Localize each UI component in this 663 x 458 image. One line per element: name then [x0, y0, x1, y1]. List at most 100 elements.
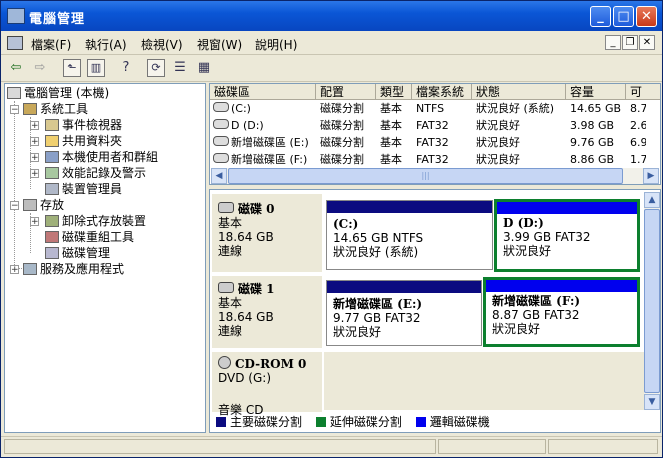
tree-label: 電腦管理 (本機)	[24, 86, 110, 100]
tree-item-defrag[interactable]: 磁碟重組工具	[45, 229, 134, 245]
partition-c[interactable]: (C:) 14.65 GB NTFS 狀況良好 (系統)	[326, 200, 493, 270]
legend-extended: 延伸磁碟分割	[329, 415, 402, 429]
column-header-layout[interactable]: 配置	[316, 84, 376, 100]
cell-layout: 磁碟分割	[320, 136, 364, 149]
properties-icon[interactable]: ☰	[171, 59, 189, 77]
vertical-scrollbar[interactable]: ▲ ▼	[644, 192, 660, 410]
column-header-volume[interactable]: 磁碟區	[210, 84, 316, 100]
tree-item-removable-storage[interactable]: 卸除式存放裝置	[45, 213, 146, 229]
tree-item-device-manager[interactable]: 裝置管理員	[45, 181, 122, 197]
forward-arrow-icon[interactable]: ⇨	[31, 59, 49, 77]
partition-f[interactable]: 新增磁碟區 (F:) 8.87 GB FAT32 狀況良好	[483, 277, 640, 347]
table-row[interactable]: (C:) 磁碟分割 基本 NTFS 狀況良好 (系統) 14.65 GB 8.7	[210, 100, 660, 117]
show-hide-tree-icon[interactable]: ▥	[87, 59, 105, 77]
partition-e[interactable]: 新增磁碟區 (E:) 9.77 GB FAT32 狀況良好	[326, 280, 482, 346]
table-row[interactable]: D (D:) 磁碟分割 基本 FAT32 狀況良好 3.98 GB 2.6	[210, 117, 660, 134]
tree-item-event-viewer[interactable]: 事件檢視器	[45, 117, 122, 133]
tree-expand-services-apps[interactable]: +	[10, 265, 19, 275]
partition-status: 狀況良好	[503, 244, 552, 258]
cell-type: 基本	[380, 136, 402, 149]
menu-view[interactable]: 檢視(V)	[141, 36, 183, 53]
child-close-button[interactable]: ✕	[639, 35, 655, 50]
tree-item-system-tools[interactable]: 系統工具	[23, 101, 88, 117]
tree-label: 卸除式存放裝置	[62, 214, 147, 228]
tree-item-root[interactable]: 電腦管理 (本機)	[7, 85, 109, 101]
scroll-up-button[interactable]: ▲	[644, 192, 660, 208]
tree-expand-shared-folders[interactable]: +	[30, 137, 39, 147]
cell-volume: D (D:)	[231, 119, 264, 132]
status-bar	[1, 436, 662, 457]
logical-drive-bar	[497, 202, 637, 214]
tree-item-services-apps[interactable]: 服務及應用程式	[23, 261, 124, 277]
menu-help[interactable]: 說明(H)	[255, 36, 297, 53]
tree-item-disk-management[interactable]: 磁碟管理	[45, 245, 110, 261]
menu-file[interactable]: 檔案(F)	[31, 36, 71, 53]
cell-layout: 磁碟分割	[320, 102, 364, 115]
defrag-icon	[45, 231, 59, 243]
cd-icon	[218, 356, 231, 369]
column-header-type[interactable]: 類型	[376, 84, 412, 100]
cdrom-media-area[interactable]	[324, 352, 658, 410]
cell-filesystem: FAT32	[416, 119, 449, 132]
partition-detail: 14.65 GB NTFS	[333, 231, 424, 245]
table-row[interactable]: 新增磁碟區 (F:) 磁碟分割 基本 FAT32 狀況良好 8.86 GB 1.…	[210, 151, 660, 168]
refresh-icon[interactable]: ⟳	[147, 59, 165, 77]
cell-capacity: 8.86 GB	[570, 153, 615, 166]
tree-label: 共用資料夾	[62, 134, 123, 148]
column-header-capacity[interactable]: 容量	[566, 84, 626, 100]
horizontal-scrollbar[interactable]: ◀ ||| ▶	[211, 168, 659, 184]
legend-swatch-primary	[216, 417, 226, 427]
tree-label: 效能記錄及警示	[62, 166, 147, 180]
cell-filesystem: FAT32	[416, 136, 449, 149]
partition-detail: 9.77 GB FAT32	[333, 311, 421, 325]
scroll-thumb[interactable]	[644, 209, 660, 393]
tree-collapse-storage[interactable]: −	[10, 201, 19, 211]
close-button[interactable]: ✕	[636, 6, 657, 27]
tree-expand-removable-storage[interactable]: +	[30, 217, 39, 227]
tree-label: 磁碟管理	[62, 246, 111, 260]
column-header-status[interactable]: 狀態	[472, 84, 566, 100]
scroll-right-button[interactable]: ▶	[643, 168, 659, 184]
back-arrow-icon[interactable]: ⇦	[7, 59, 25, 77]
up-folder-icon[interactable]: ⬑	[63, 59, 81, 77]
computer-management-window: 電腦管理 _ □ ✕ 檔案(F) 執行(A) 檢視(V) 視窗(W) 說明(H)…	[0, 0, 663, 458]
cell-type: 基本	[380, 102, 402, 115]
tree-expand-event-viewer[interactable]: +	[30, 121, 39, 131]
menu-window[interactable]: 視窗(W)	[197, 36, 242, 53]
column-header-filesystem[interactable]: 檔案系統	[412, 84, 472, 100]
status-segment	[438, 439, 546, 454]
export-icon[interactable]: ▦	[195, 59, 213, 77]
tree-item-storage[interactable]: 存放	[23, 197, 64, 213]
tree-expand-perf-logs[interactable]: +	[30, 169, 39, 179]
tree-collapse-system-tools[interactable]: −	[10, 105, 19, 115]
navigation-tree: 電腦管理 (本機) − 系統工具 + 事件檢視器 + 共用資料夾 + 本機使用者…	[4, 83, 206, 433]
table-row[interactable]: 新增磁碟區 (E:) 磁碟分割 基本 FAT32 狀況良好 9.76 GB 6.…	[210, 134, 660, 151]
cdrom-name: CD-ROM 0	[235, 357, 307, 371]
column-header-free[interactable]: 可	[626, 84, 660, 100]
cell-status: 狀況良好	[476, 153, 520, 166]
menu-action[interactable]: 執行(A)	[85, 36, 127, 53]
tree-item-shared-folders[interactable]: 共用資料夾	[45, 133, 122, 149]
scroll-left-button[interactable]: ◀	[211, 168, 227, 184]
disk-0-label[interactable]: 磁碟 0 基本 18.64 GB 連線	[212, 194, 322, 272]
title-bar[interactable]: 電腦管理 _ □ ✕	[1, 1, 662, 31]
cell-layout: 磁碟分割	[320, 153, 364, 166]
child-restore-button[interactable]: ❐	[622, 35, 638, 50]
tree-label: 服務及應用程式	[40, 262, 125, 276]
cdrom-label[interactable]: CD-ROM 0 DVD (G:) 音樂 CD	[212, 352, 322, 417]
disk-1-label[interactable]: 磁碟 1 基本 18.64 GB 連線	[212, 276, 322, 348]
child-minimize-button[interactable]: _	[605, 35, 621, 50]
partition-d[interactable]: D (D:) 3.99 GB FAT32 狀況良好	[494, 199, 640, 272]
scroll-thumb[interactable]: |||	[228, 168, 623, 184]
tree-expand-local-users[interactable]: +	[30, 153, 39, 163]
tree-item-perf-logs[interactable]: 效能記錄及警示	[45, 165, 146, 181]
scroll-down-button[interactable]: ▼	[644, 394, 660, 410]
shared-folder-icon	[45, 135, 59, 147]
tree-item-local-users[interactable]: 本機使用者和群組	[45, 149, 158, 165]
cdrom-drive: DVD (G:)	[218, 371, 271, 385]
help-icon[interactable]: ?	[117, 59, 135, 77]
minimize-button[interactable]: _	[590, 6, 611, 27]
disk-name: 磁碟 1	[238, 282, 275, 296]
mmc-menu-icon[interactable]	[7, 36, 23, 50]
maximize-button[interactable]: □	[613, 6, 634, 27]
